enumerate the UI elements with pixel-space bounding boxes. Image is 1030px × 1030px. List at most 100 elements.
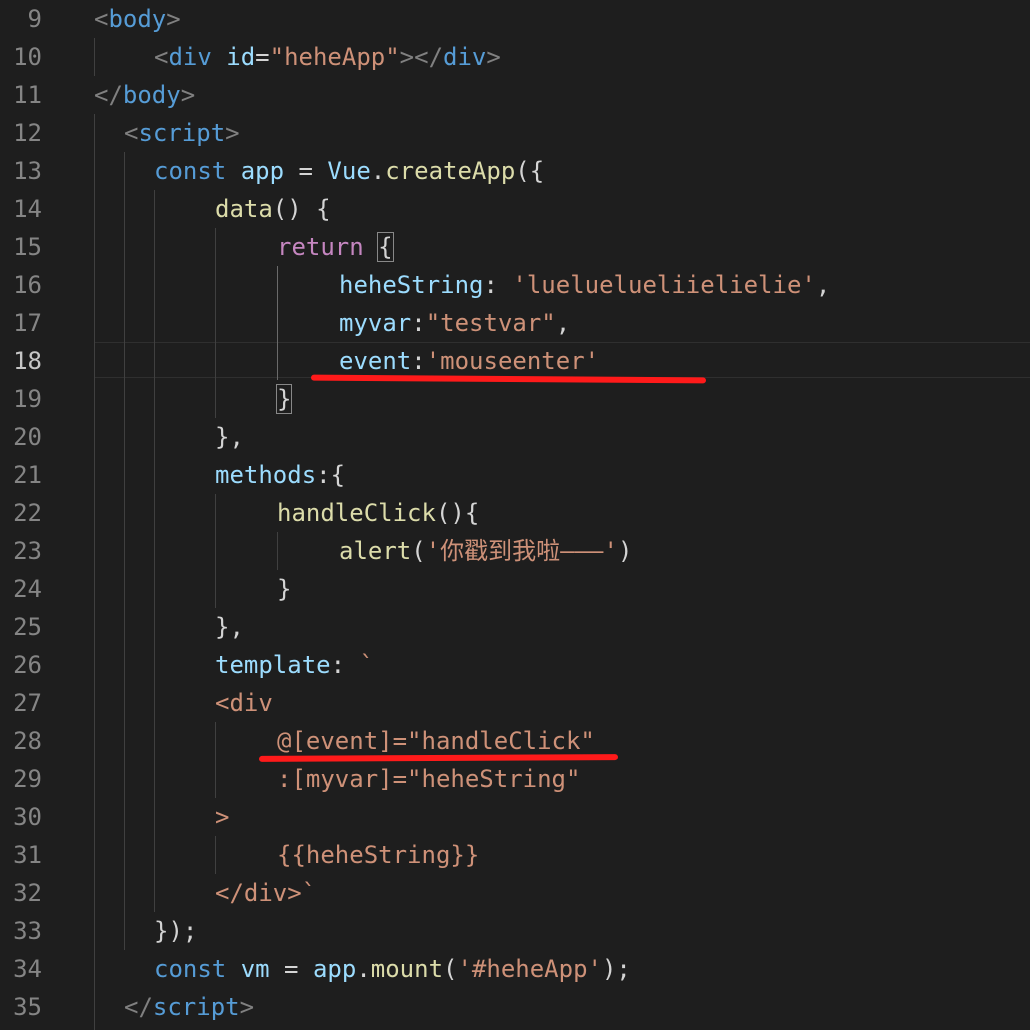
line-number: 33	[13, 917, 42, 945]
code-line[interactable]: 10 <div id="heheApp"></div>	[0, 38, 1030, 76]
code-line[interactable]: 15 return {	[0, 228, 1030, 266]
code-token: heheString	[339, 271, 484, 299]
code-token: alert	[339, 537, 412, 565]
line-code: }	[277, 570, 291, 608]
line-number: 16	[13, 271, 42, 299]
line-number: 35	[13, 993, 42, 1021]
line-number: 19	[13, 385, 42, 413]
code-line[interactable]: 11 </body>	[0, 76, 1030, 114]
line-code: myvar:"testvar",	[339, 304, 570, 342]
code-line[interactable]: 27 <div	[0, 684, 1030, 722]
line-number: 32	[13, 879, 42, 907]
line-number: 27	[13, 689, 42, 717]
code-line[interactable]: 32 </div>`	[0, 874, 1030, 912]
code-token: </	[124, 993, 153, 1021]
code-token: </	[94, 81, 123, 109]
line-code: return {	[277, 228, 394, 266]
code-token: "heheApp"	[269, 43, 400, 71]
line-code: template: `	[215, 646, 374, 684]
line-code: </div>`	[215, 874, 316, 912]
line-number: 29	[13, 765, 42, 793]
line-code: const app = Vue.createApp({	[154, 152, 544, 190]
code-token: '你戳到我啦———'	[425, 537, 618, 565]
line-number: 17	[13, 309, 42, 337]
code-line[interactable]: 12 <script>	[0, 114, 1030, 152]
code-token: }	[277, 575, 292, 603]
code-token: },	[215, 423, 244, 451]
code-line[interactable]: 19}	[0, 380, 1030, 418]
line-number: 22	[13, 499, 42, 527]
code-token: return	[277, 233, 364, 261]
code-token: template	[215, 651, 331, 679]
line-number: 34	[13, 955, 42, 983]
code-line[interactable]: 18 event:'mouseenter'	[0, 342, 1030, 380]
code-line[interactable]: 34 const vm = app.mount('#heheApp');	[0, 950, 1030, 988]
code-editor[interactable]: 9 <body> 10 <div id="heheApp"></div> 11 </bod…	[0, 0, 1030, 1030]
code-line[interactable]: 31 {{heheString}}	[0, 836, 1030, 874]
line-number: 15	[13, 233, 42, 261]
code-line[interactable]: 16 heheString: 'lueluelueliielielie',	[0, 266, 1030, 304]
code-token: =	[269, 955, 313, 983]
code-line[interactable]: 21 methods:{	[0, 456, 1030, 494]
code-token: const	[154, 955, 227, 983]
code-line[interactable]: 23 alert('你戳到我啦———')	[0, 532, 1030, 570]
line-code: heheString: 'lueluelueliielielie',	[339, 266, 830, 304]
code-line[interactable]: 14 data() {	[0, 190, 1030, 228]
line-number: 9	[27, 5, 42, 33]
code-line[interactable]: 24}	[0, 570, 1030, 608]
code-token: (	[411, 537, 426, 565]
code-token: <div	[215, 689, 273, 717]
line-code: </body>	[94, 76, 195, 114]
code-token: <	[94, 5, 109, 33]
code-token: id	[226, 43, 256, 71]
code-token: createApp	[385, 157, 516, 185]
code-token: @[event]="handleClick"	[277, 727, 595, 755]
code-token: >	[239, 993, 255, 1021]
code-line[interactable]: 9 <body>	[0, 0, 1030, 38]
code-token: },	[215, 613, 244, 641]
code-line[interactable]: 20},	[0, 418, 1030, 456]
code-line[interactable]: 13 const app = Vue.createApp({	[0, 152, 1030, 190]
code-token: ,	[815, 271, 831, 299]
code-token: body	[108, 5, 167, 33]
code-token: >	[486, 43, 501, 71]
line-code: }	[275, 380, 293, 418]
code-token: :	[330, 651, 360, 679]
code-line[interactable]: 22 handleClick(){	[0, 494, 1030, 532]
code-token: () {	[272, 195, 331, 223]
code-line[interactable]: 30 >	[0, 798, 1030, 836]
code-token: )	[617, 537, 633, 565]
line-code: methods:{	[215, 456, 345, 494]
matched-bracket: }	[275, 384, 293, 414]
code-token: :{	[316, 461, 346, 489]
line-code: <div id="heheApp"></div>	[154, 38, 501, 76]
code-token: ,	[555, 309, 571, 337]
code-token: (){	[435, 499, 480, 527]
code-line[interactable]: 26 template: `	[0, 646, 1030, 684]
line-number: 10	[13, 43, 42, 71]
code-token: {{heheString}}	[277, 841, 480, 869]
code-token: div	[443, 43, 487, 71]
code-token: =	[255, 43, 270, 71]
code-token: mount	[370, 955, 444, 983]
code-token: :	[483, 271, 513, 299]
code-token: ({	[515, 157, 545, 185]
line-code: alert('你戳到我啦———')	[339, 532, 632, 570]
code-token: div	[168, 43, 212, 71]
code-line[interactable]: 35 </script>	[0, 988, 1030, 1026]
code-token: </div>`	[215, 879, 317, 907]
line-number: 11	[13, 81, 42, 109]
code-token: >	[225, 119, 240, 147]
code-line[interactable]: 33});	[0, 912, 1030, 950]
line-number: 28	[13, 727, 42, 755]
code-token: >	[166, 5, 181, 33]
code-line[interactable]: 25},	[0, 608, 1030, 646]
code-line[interactable]: 17 myvar:"testvar",	[0, 304, 1030, 342]
line-number: 13	[13, 157, 42, 185]
line-code: </script>	[124, 988, 254, 1026]
code-token: app	[312, 955, 357, 983]
code-line[interactable]: 29:[myvar]="heheString"	[0, 760, 1030, 798]
line-code: handleClick(){	[277, 494, 479, 532]
